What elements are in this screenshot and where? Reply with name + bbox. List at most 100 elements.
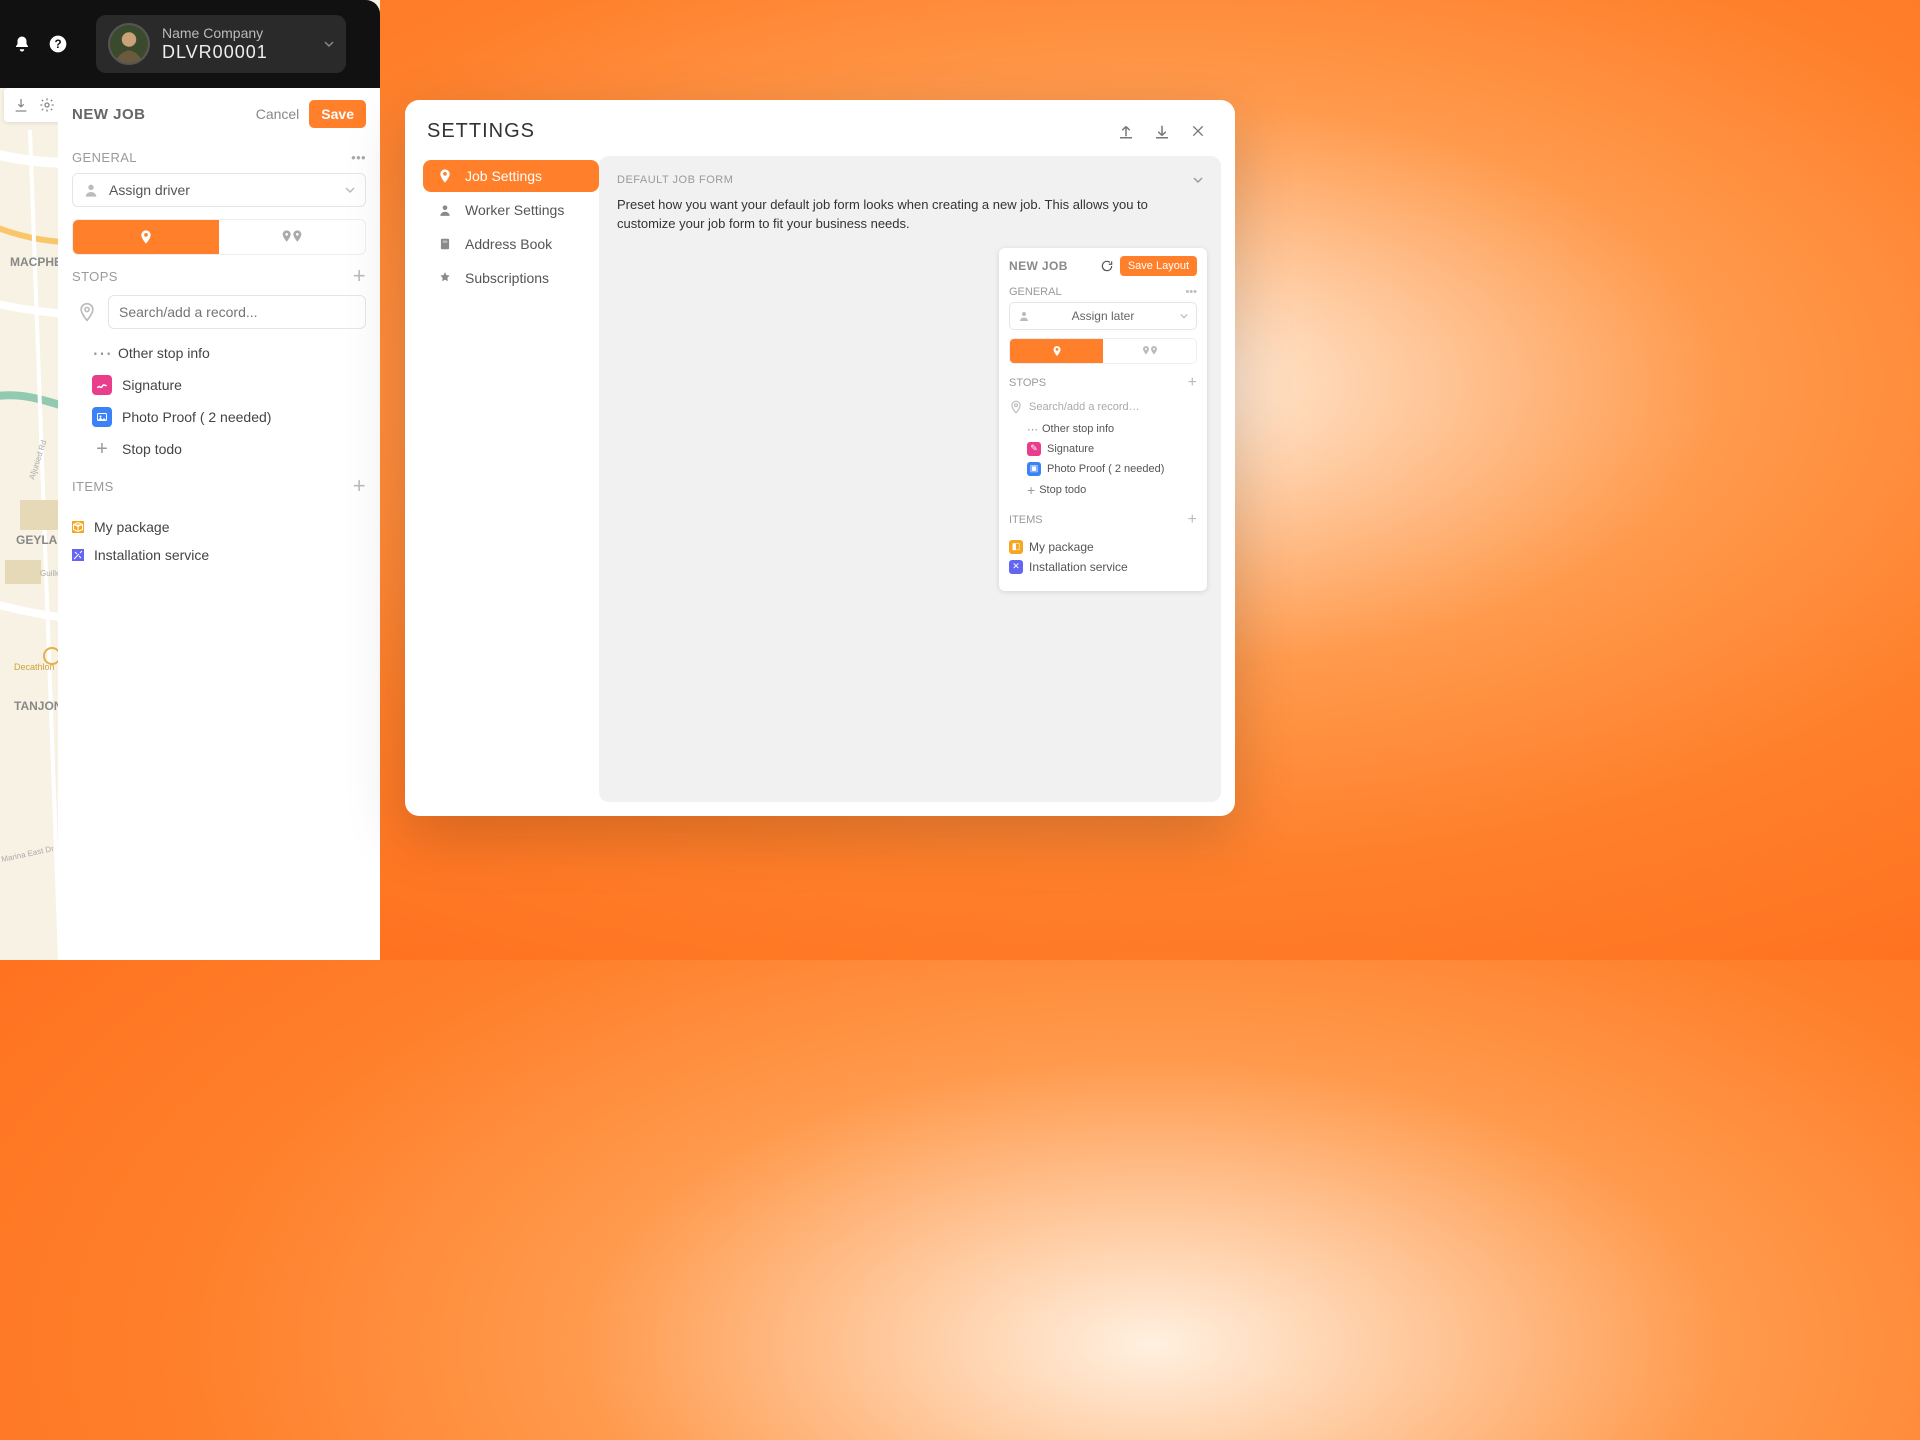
panel-title: NEW JOB xyxy=(72,106,146,123)
save-layout-button[interactable]: Save Layout xyxy=(1120,256,1197,276)
nav-job-label: Job Settings xyxy=(465,168,542,184)
mini-items: ITEMS xyxy=(1009,514,1043,526)
mini-todo-row[interactable]: + Stop todo xyxy=(1027,479,1197,501)
plus-icon: + xyxy=(92,439,112,459)
stop-todo-row[interactable]: + Stop todo xyxy=(92,433,366,465)
mini-general: GENERAL xyxy=(1009,286,1062,298)
mini-single-toggle[interactable] xyxy=(1010,339,1103,363)
mini-assign-select[interactable]: Assign later xyxy=(1009,302,1197,330)
mini-add-stop[interactable]: + xyxy=(1188,374,1197,392)
mini-add-item[interactable]: + xyxy=(1188,511,1197,529)
nav-job-settings[interactable]: Job Settings xyxy=(423,160,599,192)
notifications-icon[interactable] xyxy=(4,26,40,62)
new-job-panel: NEW JOB Cancel Save GENERAL ••• Assign d… xyxy=(58,88,380,960)
assign-driver-select[interactable]: Assign driver xyxy=(72,173,366,207)
stop-todo-label: Stop todo xyxy=(122,441,182,457)
company-selector[interactable]: Name Company DLVR00001 xyxy=(96,15,346,73)
mini-multi-toggle[interactable] xyxy=(1103,339,1196,363)
nav-address-book[interactable]: Address Book xyxy=(423,228,599,260)
stop-mode-toggle xyxy=(72,219,366,255)
dots-icon: ⋯ xyxy=(1027,423,1038,436)
signature-row[interactable]: Signature xyxy=(92,369,366,401)
single-stop-toggle[interactable] xyxy=(73,220,219,254)
company-name: Name Company xyxy=(162,25,268,42)
person-icon xyxy=(83,182,99,198)
mini-title: NEW JOB xyxy=(1009,259,1068,273)
mini-pkg-row[interactable]: ◧My package xyxy=(1009,537,1197,557)
section-stops: STOPS xyxy=(72,269,118,284)
plus-icon: + xyxy=(1027,482,1035,498)
nav-address-label: Address Book xyxy=(465,236,552,252)
nav-worker-label: Worker Settings xyxy=(465,202,564,218)
package-icon: ◧ xyxy=(1009,540,1023,554)
nav-subscriptions[interactable]: Subscriptions xyxy=(423,262,599,294)
assign-driver-label: Assign driver xyxy=(109,182,190,198)
person-icon xyxy=(435,203,455,217)
dots-icon: ⋯ xyxy=(92,343,112,363)
photo-proof-row[interactable]: Photo Proof ( 2 needed) xyxy=(92,401,366,433)
close-icon[interactable] xyxy=(1183,116,1213,146)
company-code: DLVR00001 xyxy=(162,42,268,64)
item-package-row[interactable]: My package xyxy=(72,513,366,541)
add-item-button[interactable]: + xyxy=(353,475,366,497)
modal-title: SETTINGS xyxy=(427,120,535,143)
chevron-down-icon[interactable] xyxy=(1193,175,1203,185)
app-topbar: ? Name Company DLVR00001 xyxy=(0,0,380,88)
upload-icon[interactable] xyxy=(1111,116,1141,146)
other-stop-info-row[interactable]: ⋯ Other stop info xyxy=(92,337,366,369)
package-icon xyxy=(72,521,84,533)
mini-assign-label: Assign later xyxy=(1072,309,1135,323)
section-items: ITEMS xyxy=(72,479,114,494)
book-icon xyxy=(435,237,455,251)
map-toolbar xyxy=(4,88,64,122)
download-icon[interactable] xyxy=(8,92,34,118)
signature-icon: ✎ xyxy=(1027,442,1041,456)
mini-search-placeholder: Search/add a record… xyxy=(1029,401,1140,413)
download-icon[interactable] xyxy=(1147,116,1177,146)
chevron-down-icon xyxy=(345,185,355,195)
pin-icon xyxy=(1009,400,1023,414)
default-desc: Preset how you want your default job for… xyxy=(613,196,1207,248)
mini-form-preview: NEW JOB Save Layout GENERAL ••• Assign l… xyxy=(999,248,1207,591)
package-label: My package xyxy=(94,519,169,535)
default-job-form-head: DEFAULT JOB FORM xyxy=(617,174,733,186)
nav-worker-settings[interactable]: Worker Settings xyxy=(423,194,599,226)
mini-signature-label: Signature xyxy=(1047,443,1094,455)
settings-nav: Job Settings Worker Settings Address Boo… xyxy=(419,156,599,802)
cancel-button[interactable]: Cancel xyxy=(256,106,300,122)
nav-subs-label: Subscriptions xyxy=(465,270,549,286)
settings-modal: SETTINGS Job Settings Worker Settings xyxy=(405,100,1235,816)
search-input[interactable] xyxy=(108,295,366,329)
photo-proof-label: Photo Proof ( 2 needed) xyxy=(122,409,271,425)
item-installation-row[interactable]: Installation service xyxy=(72,541,366,569)
section-general: GENERAL xyxy=(72,150,137,165)
mini-stops: STOPS xyxy=(1009,377,1046,389)
multi-stop-toggle[interactable] xyxy=(219,220,365,254)
tools-icon xyxy=(72,549,84,561)
settings-content: DEFAULT JOB FORM Preset how you want you… xyxy=(599,156,1221,802)
installation-label: Installation service xyxy=(94,547,209,563)
mini-other-label: Other stop info xyxy=(1042,423,1114,435)
gear-icon[interactable] xyxy=(34,92,60,118)
more-icon[interactable]: ••• xyxy=(1185,286,1197,298)
mini-other-row[interactable]: ⋯ Other stop info xyxy=(1027,420,1197,439)
pin-badge-icon xyxy=(435,168,455,184)
chevron-down-icon xyxy=(1180,312,1188,320)
mini-install-label: Installation service xyxy=(1029,560,1128,574)
help-icon[interactable]: ? xyxy=(40,26,76,62)
person-icon xyxy=(1018,310,1030,322)
mini-signature-row[interactable]: ✎ Signature xyxy=(1027,439,1197,459)
signature-label: Signature xyxy=(122,377,182,393)
add-stop-button[interactable]: + xyxy=(353,265,366,287)
tools-icon: ✕ xyxy=(1009,560,1023,574)
mini-search[interactable]: Search/add a record… xyxy=(1009,400,1197,414)
photo-icon xyxy=(92,407,112,427)
mini-install-row[interactable]: ✕ Installation service xyxy=(1009,557,1197,577)
reload-icon[interactable] xyxy=(1100,259,1114,273)
mini-todo-label: Stop todo xyxy=(1039,484,1086,496)
more-icon[interactable]: ••• xyxy=(351,150,366,165)
pin-icon[interactable] xyxy=(72,297,102,327)
mini-photo-label: Photo Proof ( 2 needed) xyxy=(1047,463,1164,475)
mini-photo-row[interactable]: ▣Photo Proof ( 2 needed) xyxy=(1027,459,1197,479)
save-button[interactable]: Save xyxy=(309,100,366,128)
